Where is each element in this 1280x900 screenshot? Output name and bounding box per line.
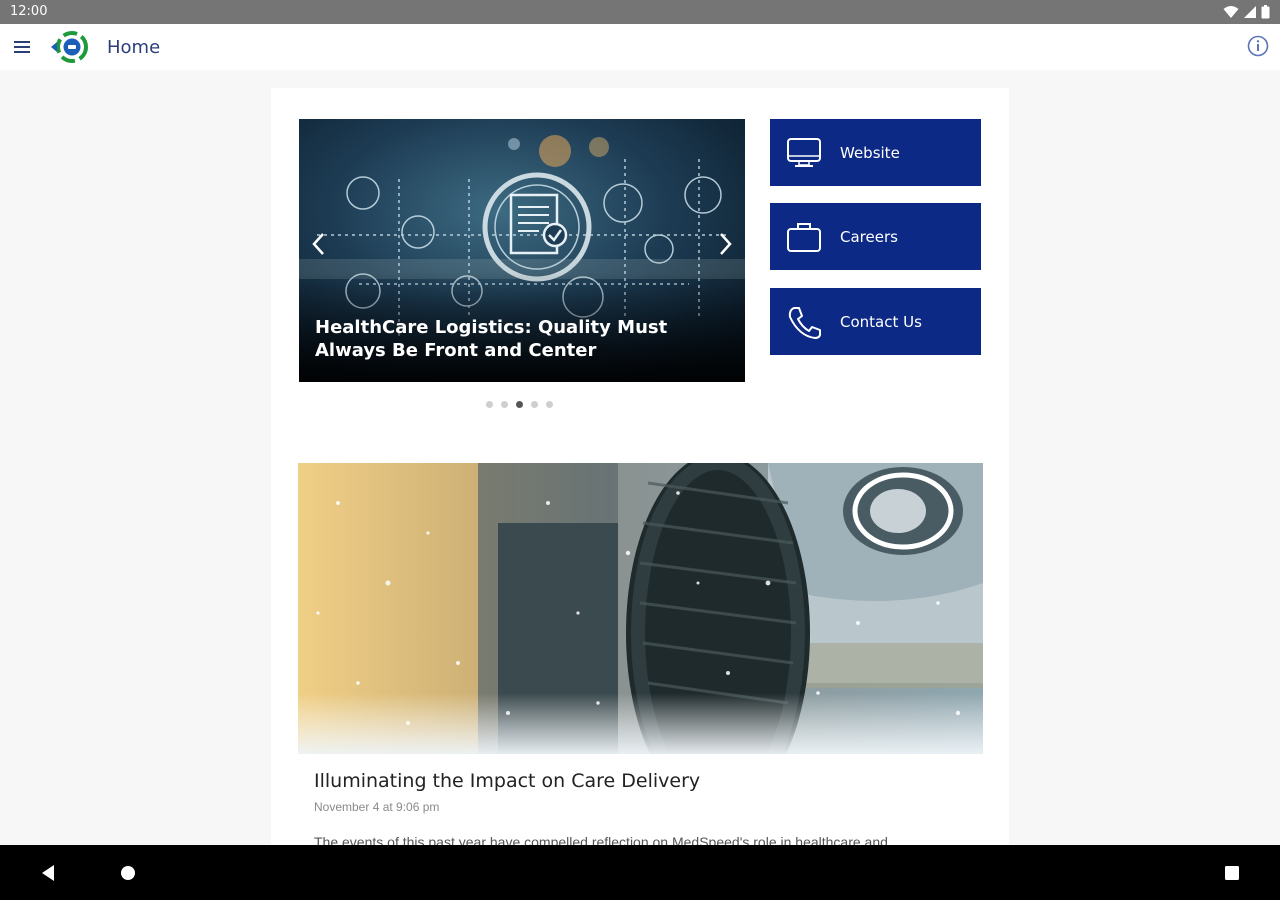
carousel-dot-4[interactable] — [531, 401, 538, 408]
carousel-dot-2[interactable] — [501, 401, 508, 408]
recents-icon[interactable] — [1222, 863, 1242, 883]
careers-button-label: Careers — [840, 227, 898, 246]
careers-button[interactable]: Careers — [770, 203, 981, 270]
system-nav-bar — [0, 845, 1280, 900]
article-date: November 4 at 9:06 pm — [314, 800, 440, 814]
briefcase-icon — [787, 222, 821, 252]
carousel-dot-1[interactable] — [486, 401, 493, 408]
carousel-pagination — [486, 401, 553, 408]
carousel-prev-icon[interactable] — [307, 229, 331, 259]
article-title[interactable]: Illuminating the Impact on Care Delivery — [314, 770, 700, 792]
carousel-dot-5[interactable] — [546, 401, 553, 408]
brand-logo-icon[interactable] — [48, 30, 92, 64]
signal-icon — [1244, 6, 1256, 18]
status-time: 12:00 — [10, 4, 48, 19]
contact-us-button-label: Contact Us — [840, 312, 922, 331]
phone-icon — [788, 306, 821, 339]
carousel-dot-3[interactable] — [516, 401, 523, 408]
home-icon[interactable] — [118, 863, 138, 883]
info-icon[interactable] — [1246, 34, 1270, 58]
website-button[interactable]: Website — [770, 119, 981, 186]
page-title: Home — [107, 37, 161, 58]
featured-carousel[interactable]: HealthCare Logistics: Quality Must Alway… — [299, 119, 745, 382]
back-icon[interactable] — [38, 862, 60, 884]
app-bar: Home — [0, 24, 1280, 70]
content-card: HealthCare Logistics: Quality Must Alway… — [271, 88, 1009, 848]
battery-icon — [1261, 5, 1270, 19]
carousel-slide-title[interactable]: HealthCare Logistics: Quality Must Alway… — [315, 316, 735, 362]
monitor-icon — [787, 137, 821, 167]
contact-us-button[interactable]: Contact Us — [770, 288, 981, 355]
article-image[interactable] — [298, 463, 983, 754]
menu-button[interactable] — [10, 36, 34, 58]
website-button-label: Website — [840, 143, 900, 162]
wifi-icon — [1223, 6, 1239, 18]
carousel-next-icon[interactable] — [713, 229, 737, 259]
menu-icon — [14, 41, 30, 53]
status-icons — [1223, 5, 1270, 19]
status-bar: 12:00 — [0, 0, 1280, 24]
